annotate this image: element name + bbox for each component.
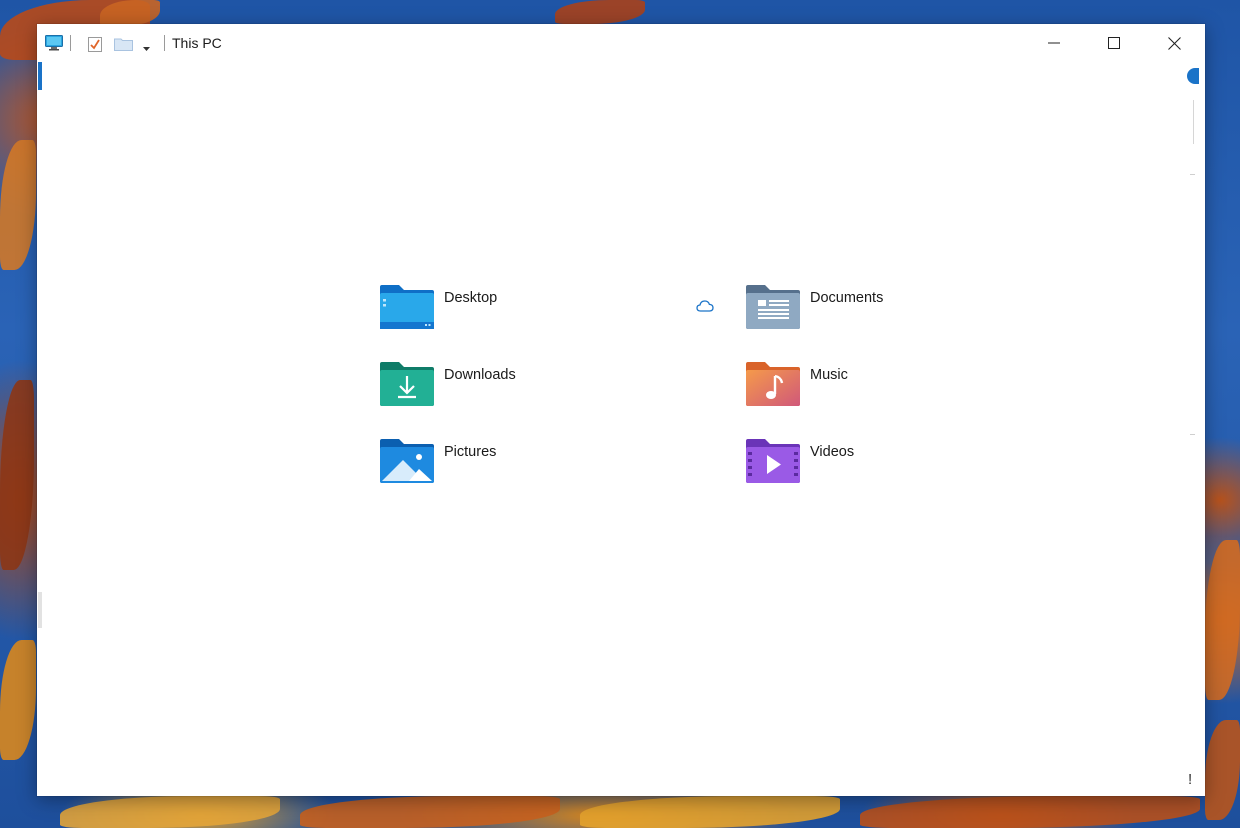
close-icon bbox=[1167, 36, 1181, 50]
new-folder-icon[interactable] bbox=[114, 37, 133, 56]
wallpaper-leaf bbox=[580, 796, 840, 828]
maximize-button[interactable] bbox=[1085, 24, 1143, 62]
minimize-icon bbox=[1048, 42, 1060, 44]
folder-pictures[interactable]: Pictures bbox=[379, 438, 689, 494]
folder-label: Desktop bbox=[444, 290, 498, 306]
downloads-folder-icon bbox=[379, 361, 435, 409]
folder-label: Pictures bbox=[444, 444, 497, 460]
title-separator bbox=[70, 35, 71, 51]
documents-folder-icon bbox=[745, 284, 801, 332]
wallpaper-leaf bbox=[100, 0, 160, 26]
folder-documents[interactable]: Documents bbox=[745, 284, 1055, 340]
minimize-button[interactable] bbox=[1025, 24, 1083, 62]
wallpaper-leaf bbox=[300, 796, 560, 828]
wallpaper-leaf bbox=[0, 140, 36, 270]
wallpaper-leaf bbox=[1205, 720, 1240, 820]
computer-icon bbox=[45, 35, 63, 56]
title-separator bbox=[164, 35, 165, 51]
wallpaper-leaf bbox=[0, 380, 34, 570]
close-button[interactable] bbox=[1145, 24, 1203, 62]
help-icon[interactable] bbox=[1187, 68, 1199, 84]
folder-videos[interactable]: Videos bbox=[745, 438, 1055, 494]
chevron-down-icon[interactable] bbox=[142, 40, 151, 58]
wallpaper-leaf bbox=[1205, 540, 1240, 700]
nav-pane-accent bbox=[38, 62, 42, 90]
wallpaper-leaf bbox=[0, 640, 36, 760]
wallpaper-leaf bbox=[555, 0, 645, 24]
folder-label: Videos bbox=[810, 444, 855, 460]
title-bar[interactable]: This PC bbox=[37, 24, 1205, 62]
desktop-folder-icon bbox=[379, 284, 435, 332]
videos-folder-icon bbox=[745, 438, 801, 486]
folder-label: Downloads bbox=[444, 367, 516, 383]
window-title: This PC bbox=[172, 35, 222, 51]
status-mark: ! bbox=[1188, 771, 1193, 788]
maximize-icon bbox=[1108, 37, 1120, 49]
music-folder-icon bbox=[745, 361, 801, 409]
right-pane-tick bbox=[1190, 434, 1195, 435]
folder-desktop[interactable]: Desktop bbox=[379, 284, 689, 340]
folder-downloads[interactable]: Downloads bbox=[379, 361, 689, 417]
wallpaper-leaf bbox=[60, 796, 280, 828]
right-pane-tick bbox=[1190, 174, 1195, 175]
file-explorer-window: This PC Desktop Documents Downloads Musi… bbox=[37, 24, 1205, 796]
folder-label: Documents bbox=[810, 290, 884, 306]
nav-pane-scrollbar[interactable] bbox=[38, 592, 42, 628]
pictures-folder-icon bbox=[379, 438, 435, 486]
wallpaper-leaf bbox=[860, 796, 1200, 828]
folder-music[interactable]: Music bbox=[745, 361, 1055, 417]
cloud-icon bbox=[696, 299, 714, 313]
right-pane-divider bbox=[1193, 100, 1194, 144]
folder-label: Music bbox=[810, 367, 848, 383]
properties-check-icon[interactable] bbox=[87, 36, 103, 58]
